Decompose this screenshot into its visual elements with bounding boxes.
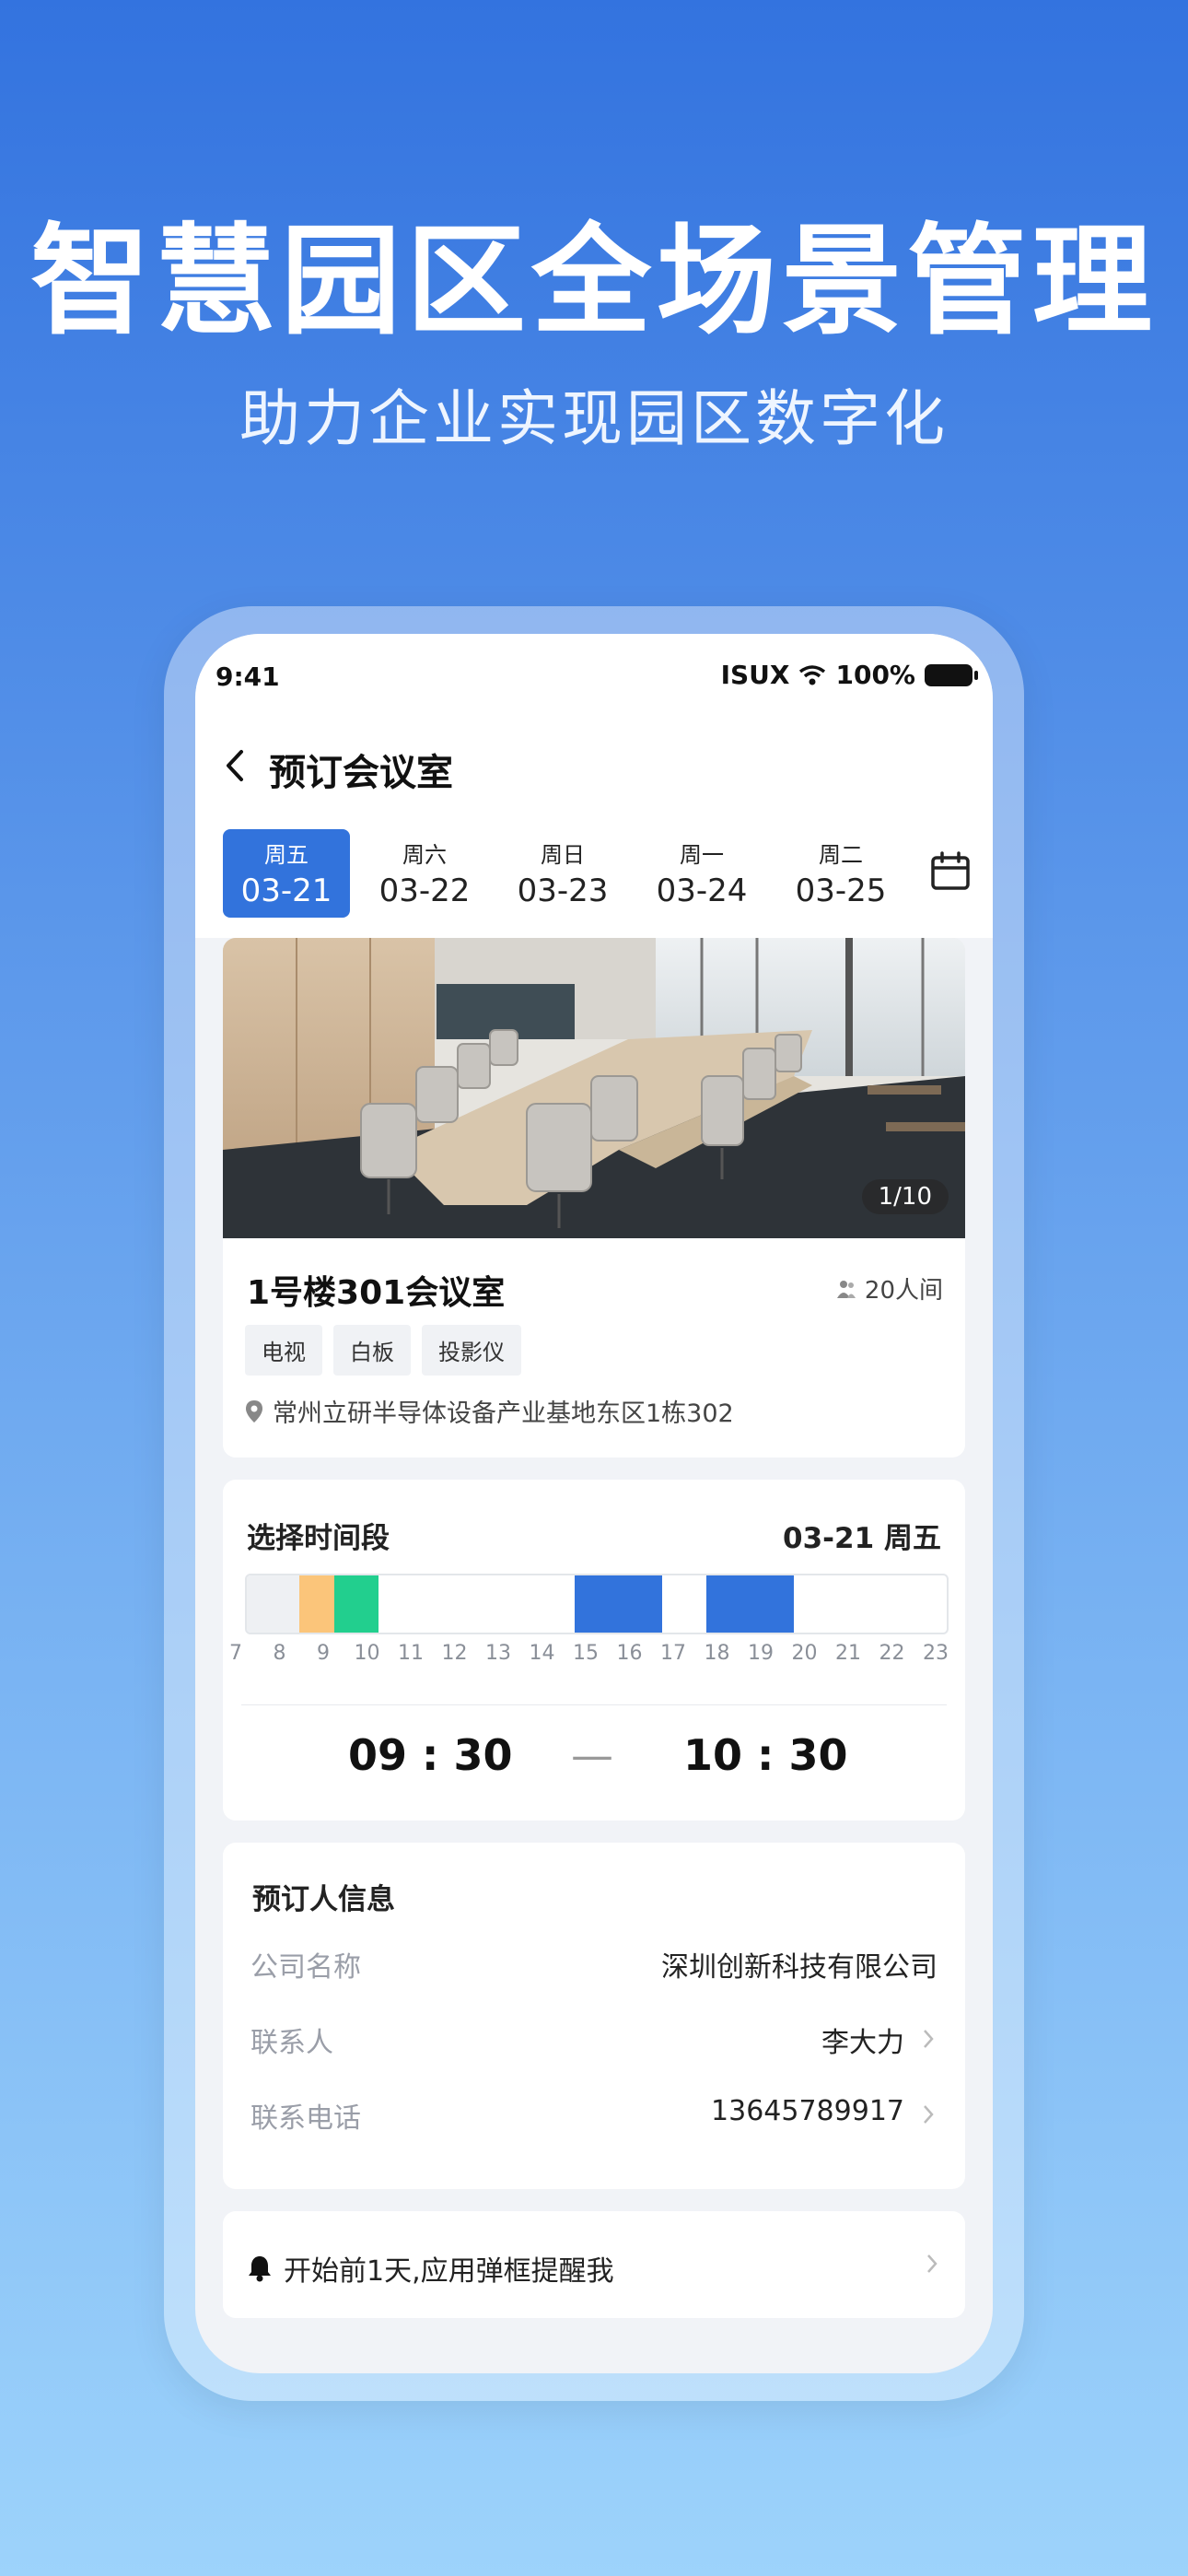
- status-bar: 9:41 ISUX 100%: [195, 634, 993, 717]
- calendar-icon[interactable]: [928, 849, 973, 894]
- date-selector: 周五 03-21 周六 03-22 周日 03-23 周一 03-24 周二 0…: [195, 818, 993, 938]
- photo-counter: 1/10: [861, 1179, 949, 1214]
- room-card: 1/10 1号楼301会议室 20人间 电视 白板 投影仪 常州立研半导体设备产…: [223, 938, 965, 1458]
- time-separator: —: [571, 1730, 613, 1780]
- date-tab-0323[interactable]: 周日 03-23: [499, 829, 626, 918]
- hour-tick: 16: [616, 1642, 643, 1665]
- company-label: 公司名称: [250, 1951, 361, 1984]
- page-title: 预订会议室: [269, 752, 453, 794]
- tag-tv: 电视: [245, 1325, 322, 1376]
- battery-percent: 100%: [835, 660, 915, 690]
- tag-projector: 投影仪: [422, 1325, 521, 1376]
- contact-value: 李大力: [821, 2027, 904, 2059]
- contact-label: 联系人: [250, 2027, 333, 2059]
- hour-tick: 20: [791, 1642, 818, 1665]
- booker-section-title: 预订人信息: [252, 1883, 395, 1916]
- hero-title: 智慧园区全场景管理: [29, 211, 1158, 351]
- reminder-card[interactable]: 开始前1天,应用弹框提醒我: [223, 2211, 965, 2318]
- wifi-icon: [799, 664, 826, 685]
- hour-tick: 14: [529, 1642, 555, 1665]
- divider: [241, 1704, 947, 1705]
- location-pin-icon: [246, 1399, 262, 1423]
- time-section-date: 03-21 周五: [783, 1522, 941, 1555]
- date-weekday: 周五: [264, 842, 309, 868]
- chevron-left-icon[interactable]: [214, 743, 260, 789]
- hour-tick: 15: [573, 1642, 599, 1665]
- hour-tick: 10: [354, 1642, 380, 1665]
- time-select-card: 选择时间段 03-21 周五 7 8 9 10 11 12 13 14 15 16 17 18 19 20…: [223, 1480, 965, 1821]
- status-time: 9:41: [215, 662, 280, 692]
- hour-tick: 7: [229, 1642, 242, 1665]
- date-weekday: 周一: [680, 842, 724, 868]
- hero-subtitle: 助力企业实现园区数字化: [239, 383, 949, 454]
- date-day: 03-24: [656, 872, 748, 909]
- hour-tick: 11: [398, 1642, 424, 1665]
- hour-tick: 8: [273, 1642, 286, 1665]
- date-day: 03-25: [795, 872, 887, 909]
- hour-tick: 12: [441, 1642, 468, 1665]
- hour-tick: 21: [835, 1642, 861, 1665]
- date-day: 03-21: [240, 872, 332, 909]
- hour-ticks: 7 8 9 10 11 12 13 14 15 16 17 18 19 20 21 22 23: [229, 1642, 950, 1669]
- time-slot-bar[interactable]: [245, 1574, 949, 1634]
- slot-past: [247, 1575, 299, 1633]
- date-tab-0321[interactable]: 周五 03-21: [223, 829, 350, 918]
- chevron-right-icon: [927, 2254, 938, 2273]
- capacity-label: 20人间: [864, 1277, 943, 1305]
- nav-bar: 预订会议室: [195, 717, 993, 818]
- phone-row[interactable]: 联系电话 13645789917: [250, 2095, 938, 2141]
- date-weekday: 周二: [819, 842, 863, 868]
- chevron-right-icon: [924, 2030, 934, 2048]
- phone-screen: 9:41 ISUX 100% 预订会议室 周五 03-21 周六 03-22 周…: [195, 634, 993, 2373]
- slot-selected[interactable]: [334, 1575, 379, 1633]
- phone-label: 联系电话: [250, 2102, 361, 2135]
- hour-tick: 18: [704, 1642, 730, 1665]
- carrier-label: ISUX: [720, 660, 790, 690]
- chevron-right-icon: [924, 2105, 934, 2124]
- company-value: 深圳创新科技有限公司: [661, 1951, 938, 1984]
- bell-icon: [249, 2256, 271, 2282]
- people-icon: [836, 1280, 856, 1298]
- hour-tick: 17: [660, 1642, 686, 1665]
- date-weekday: 周日: [541, 842, 585, 868]
- booker-card: 预订人信息 公司名称 深圳创新科技有限公司 联系人 李大力 联系电话 13645…: [223, 1843, 965, 2189]
- room-name: 1号楼301会议室: [247, 1274, 506, 1312]
- date-day: 03-22: [379, 872, 471, 909]
- slot-booked: [575, 1575, 663, 1633]
- phone-value: 13645789917: [711, 2095, 904, 2127]
- room-capacity: 20人间: [835, 1271, 943, 1306]
- hour-tick: 19: [748, 1642, 774, 1665]
- hour-tick: 9: [317, 1642, 330, 1665]
- hour-tick: 13: [485, 1642, 511, 1665]
- date-tab-0324[interactable]: 周一 03-24: [638, 829, 765, 918]
- company-row: 公司名称 深圳创新科技有限公司: [250, 1944, 938, 1990]
- room-photo[interactable]: [223, 938, 965, 1238]
- reminder-text: 开始前1天,应用弹框提醒我: [284, 2255, 614, 2288]
- slot-pending: [299, 1575, 334, 1633]
- end-time[interactable]: 10 : 30: [683, 1730, 847, 1780]
- tag-whiteboard: 白板: [333, 1325, 411, 1376]
- date-weekday: 周六: [402, 842, 447, 868]
- phone-frame: 9:41 ISUX 100% 预订会议室 周五 03-21 周六 03-22 周…: [164, 606, 1024, 2401]
- start-time[interactable]: 09 : 30: [348, 1730, 512, 1780]
- battery-icon: [925, 663, 978, 686]
- contact-row[interactable]: 联系人 李大力: [250, 2020, 938, 2066]
- slot-booked: [705, 1575, 794, 1633]
- room-address: 常州立研半导体设备产业基地东区1栋302: [245, 1393, 734, 1429]
- date-tab-0325[interactable]: 周二 03-25: [777, 829, 904, 918]
- time-section-title: 选择时间段: [247, 1522, 390, 1555]
- hour-tick: 23: [923, 1642, 949, 1665]
- date-day: 03-23: [517, 872, 609, 909]
- reminder-row: 开始前1天,应用弹框提醒我: [247, 2248, 614, 2289]
- facility-tags: 电视 白板 投影仪: [245, 1325, 521, 1376]
- date-tab-0322[interactable]: 周六 03-22: [361, 829, 488, 918]
- address-text: 常州立研半导体设备产业基地东区1栋302: [273, 1399, 734, 1428]
- hour-tick: 22: [879, 1642, 905, 1665]
